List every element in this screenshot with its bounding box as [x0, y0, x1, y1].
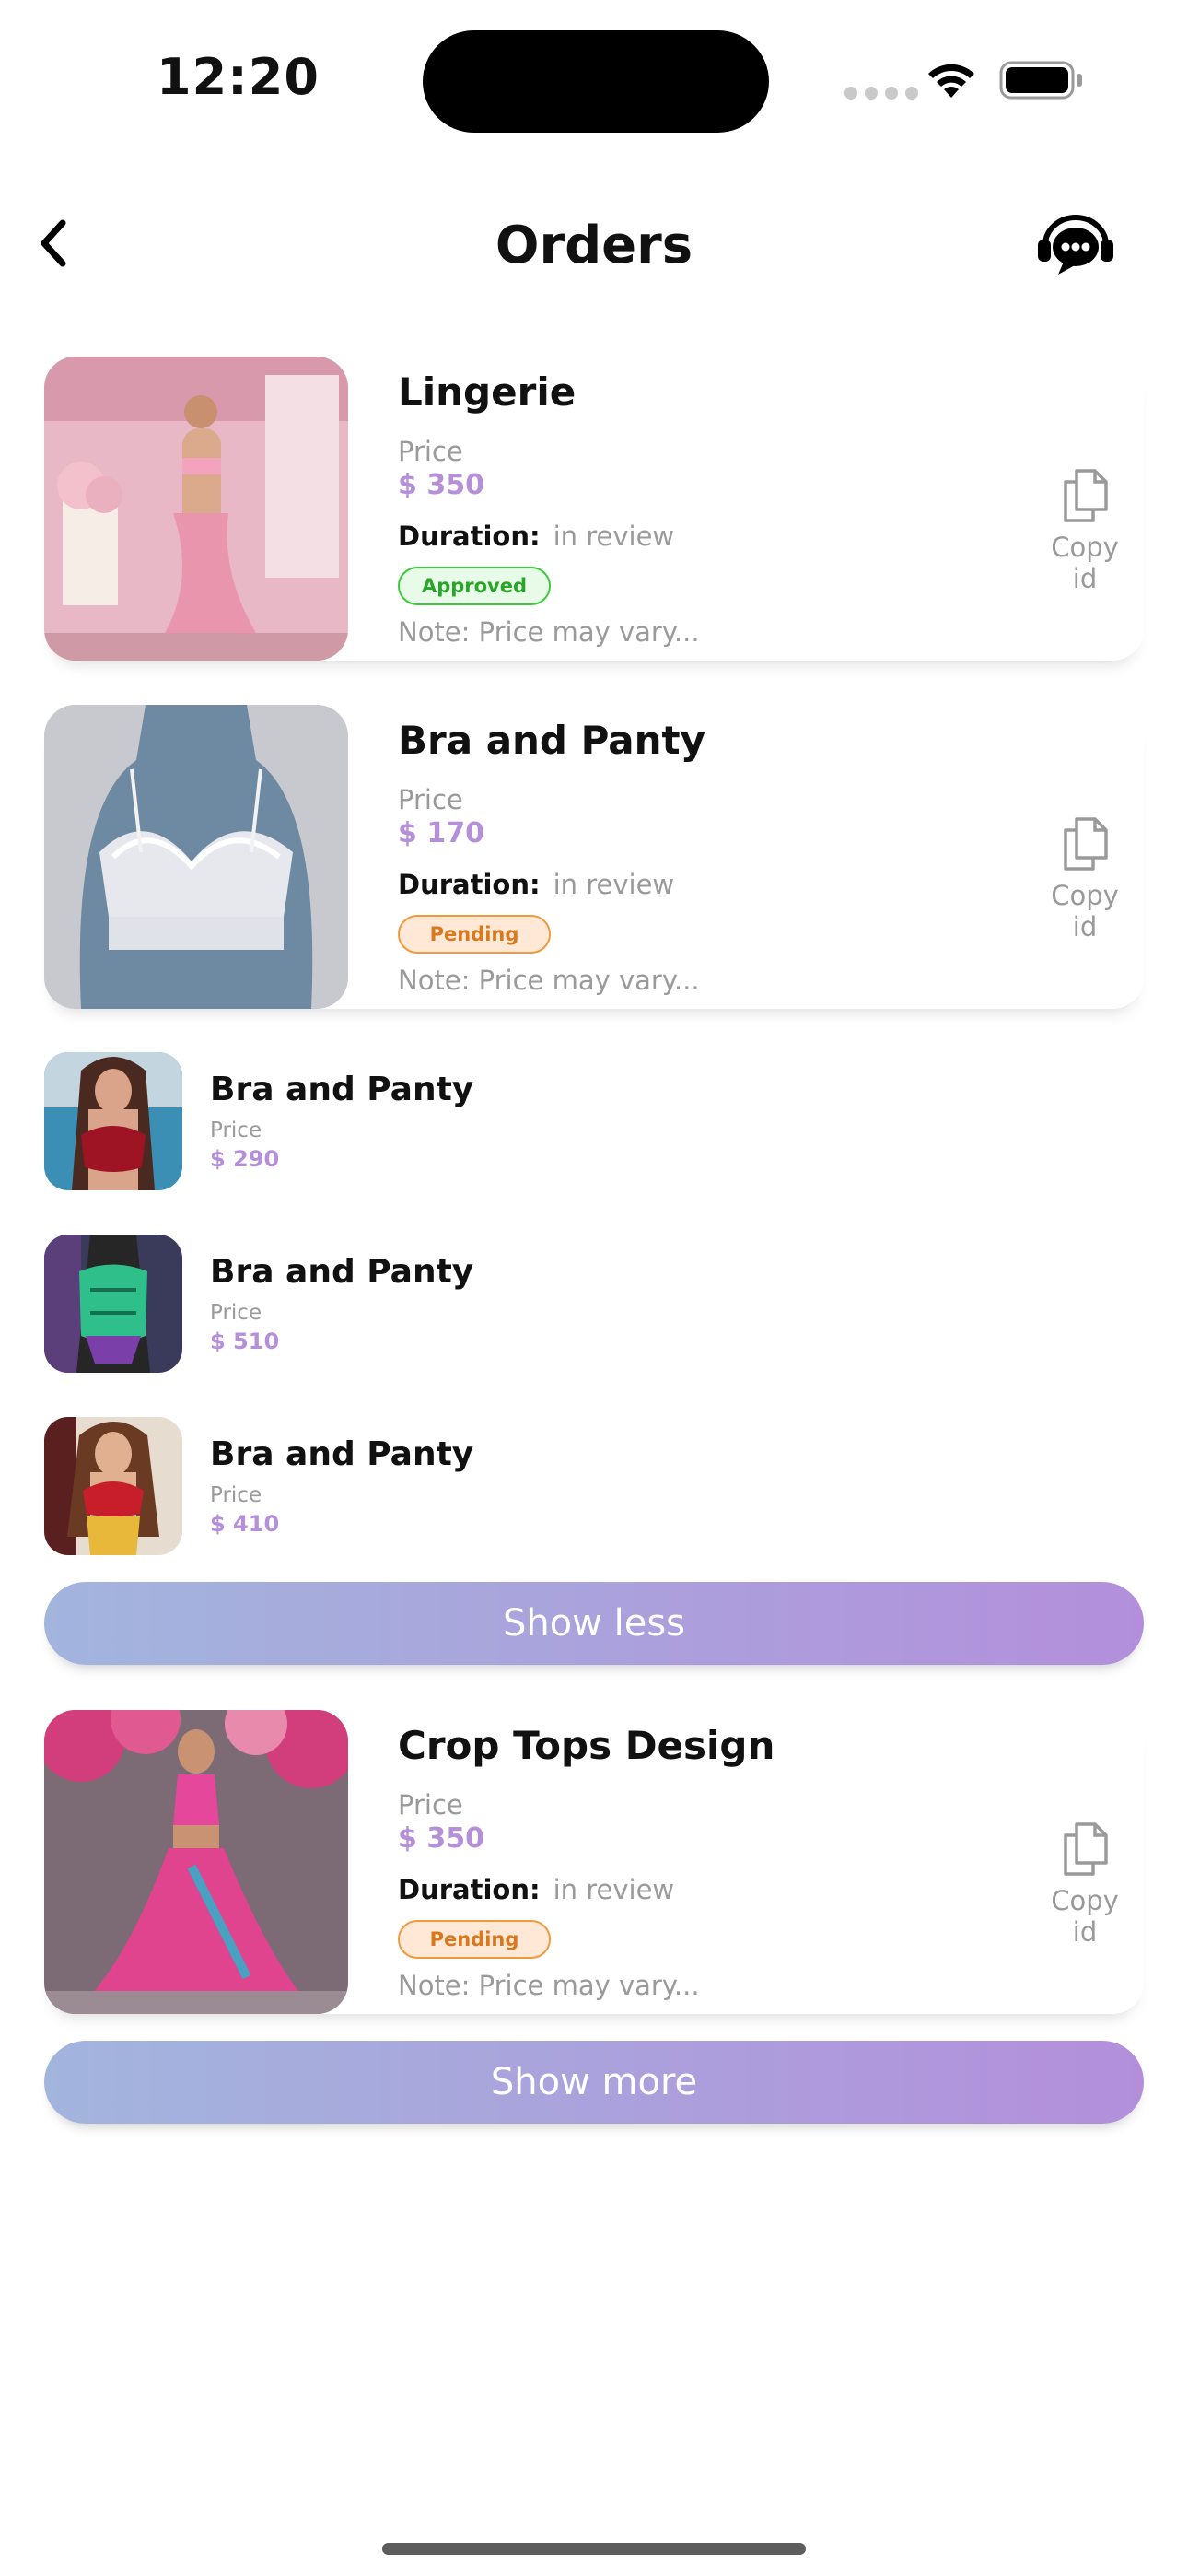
cellular-signal-icon: [844, 87, 918, 100]
price-note: Note: Price may vary...: [398, 616, 700, 648]
duration-row: Duration: in review: [398, 1874, 674, 1905]
price-label: Price: [210, 1118, 262, 1142]
duration-row: Duration: in review: [398, 521, 674, 552]
battery-icon: [999, 61, 1084, 100]
page-title: Orders: [495, 216, 693, 275]
order-card[interactable]: Crop Tops Design Price $ 350 Duration: in…: [44, 1710, 1144, 2014]
copy-document-icon: [1064, 817, 1108, 871]
product-image: [44, 1710, 348, 2014]
price-value: $ 350: [398, 1822, 484, 1855]
duration-label: Duration:: [398, 869, 541, 900]
order-title: Bra and Panty: [398, 718, 705, 763]
copy-id-button[interactable]: Copy id: [1035, 1821, 1135, 1948]
price-label: Price: [398, 1789, 463, 1821]
sub-item-title: Bra and Panty: [210, 1435, 474, 1473]
show-more-button[interactable]: Show more: [44, 2041, 1144, 2124]
duration-label: Duration:: [398, 1874, 541, 1905]
copy-id-button[interactable]: Copy id: [1035, 815, 1135, 943]
status-time: 12:20: [157, 48, 320, 106]
sub-item[interactable]: Bra and Panty Price $ 410: [44, 1417, 781, 1555]
product-image: [44, 705, 348, 1009]
price-label: Price: [398, 436, 463, 467]
duration-value: in review: [553, 521, 675, 552]
dynamic-island: [423, 30, 769, 133]
status-badge: Approved: [398, 567, 551, 605]
status-badge: Pending: [398, 1920, 551, 1959]
product-image: [44, 357, 348, 661]
copy-id-button[interactable]: Copy id: [1035, 467, 1135, 594]
sub-item[interactable]: Bra and Panty Price $ 290: [44, 1052, 781, 1190]
copy-document-icon: [1064, 1822, 1108, 1876]
price-value: $ 290: [210, 1146, 280, 1172]
product-image: [44, 1052, 182, 1190]
show-less-button[interactable]: Show less: [44, 1582, 1144, 1665]
product-image: [44, 1235, 182, 1373]
price-label: Price: [210, 1483, 262, 1507]
price-label: Price: [398, 784, 463, 815]
price-value: $ 410: [210, 1511, 280, 1537]
price-value: $ 170: [398, 817, 484, 849]
headset-chat-icon: [1038, 215, 1113, 275]
price-label: Price: [210, 1301, 262, 1325]
price-value: $ 510: [210, 1329, 280, 1354]
order-card[interactable]: Lingerie Price $ 350 Duration: in review …: [44, 357, 1144, 661]
price-note: Note: Price may vary...: [398, 1970, 700, 2001]
sub-item-title: Bra and Panty: [210, 1253, 474, 1291]
order-title: Crop Tops Design: [398, 1723, 775, 1768]
sub-item[interactable]: Bra and Panty Price $ 510: [44, 1235, 781, 1373]
copy-id-label: Copy id: [1051, 880, 1119, 943]
duration-value: in review: [553, 869, 675, 900]
price-value: $ 350: [398, 469, 484, 501]
support-chat-button[interactable]: [1036, 212, 1115, 282]
order-title: Lingerie: [398, 369, 577, 415]
product-image: [44, 1417, 182, 1555]
duration-value: in review: [553, 1874, 675, 1905]
order-card[interactable]: Bra and Panty Price $ 170 Duration: in re…: [44, 705, 1144, 1009]
status-badge: Pending: [398, 915, 551, 954]
price-note: Note: Price may vary...: [398, 965, 700, 996]
home-indicator[interactable]: [382, 2543, 806, 2555]
wifi-icon: [924, 59, 979, 103]
copy-document-icon: [1064, 469, 1108, 522]
sub-item-title: Bra and Panty: [210, 1071, 474, 1108]
duration-row: Duration: in review: [398, 869, 674, 900]
copy-id-label: Copy id: [1051, 532, 1119, 594]
copy-id-label: Copy id: [1051, 1885, 1119, 1948]
duration-label: Duration:: [398, 521, 541, 552]
